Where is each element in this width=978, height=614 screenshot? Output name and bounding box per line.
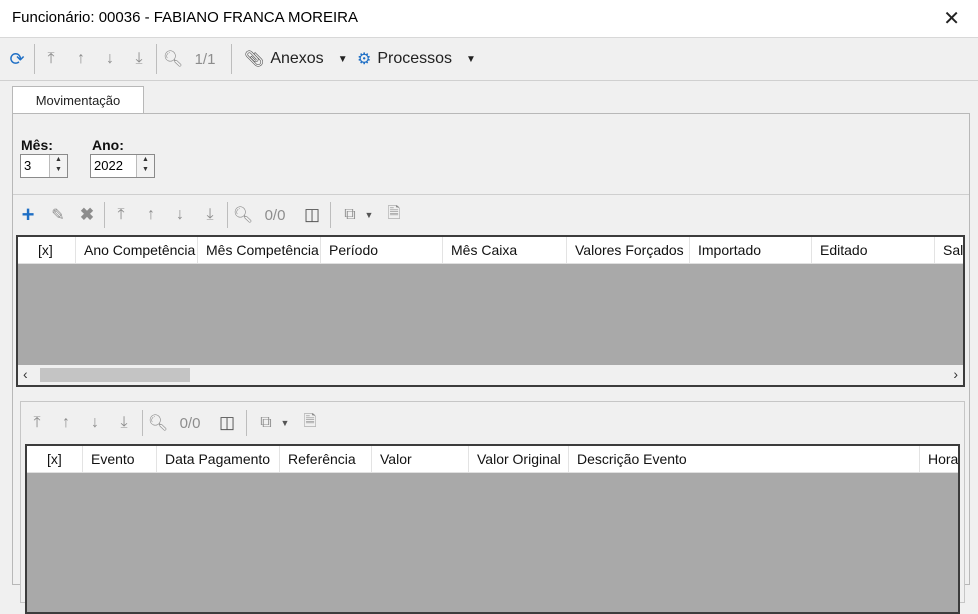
- delete-icon[interactable]: ✖: [76, 200, 98, 230]
- scroll-right-icon[interactable]: ›: [953, 366, 958, 382]
- processos-menu-button[interactable]: ⚙ Processos ▼: [357, 48, 476, 70]
- ano-value: 2022: [94, 158, 123, 173]
- anexos-label: Anexos: [270, 50, 324, 67]
- first-record-icon[interactable]: ⤒: [110, 200, 132, 230]
- title-bar: Funcionário: 00036 - FABIANO FRANCA MORE…: [0, 0, 978, 38]
- columns-icon[interactable]: ◫: [216, 408, 238, 438]
- toolbar-separator: [231, 44, 232, 74]
- grid1-toolbar: + ✎ ✖ ⤒ ↑ ↓ ⤓ 🔍︎ 0/0 ◫ ⧉ ▼ 🗎: [13, 200, 613, 230]
- last-record-icon[interactable]: ⤓: [128, 38, 150, 80]
- column-header-editado[interactable]: Editado: [812, 237, 935, 263]
- toolbar-separator: [156, 44, 157, 74]
- toolbar-separator: [104, 202, 105, 228]
- eventos-group: ⤒ ↑ ↓ ⤓ 🔍︎ 0/0 ◫ ⧉ ▼ 🗎 [x] Evento Data P…: [20, 401, 965, 614]
- paperclip-icon: 📎︎: [244, 51, 265, 68]
- refresh-icon[interactable]: ⟳: [5, 38, 29, 80]
- last-record-icon[interactable]: ⤓: [113, 408, 135, 438]
- spin-down-icon[interactable]: ▼: [50, 165, 67, 175]
- column-header-select[interactable]: [x]: [18, 237, 76, 263]
- eventos-grid: [x] Evento Data Pagamento Referência Val…: [25, 444, 960, 614]
- grid1-header: [x] Ano Competência Mês Competência Perí…: [18, 237, 963, 264]
- gear-icon: ⚙: [357, 51, 372, 68]
- grid1-body[interactable]: [18, 264, 963, 365]
- grid2-body[interactable]: [27, 473, 958, 612]
- ano-spinner-arrows[interactable]: ▲ ▼: [136, 155, 154, 177]
- mes-label: Mês:: [21, 137, 53, 153]
- column-header-evento[interactable]: Evento: [83, 446, 157, 472]
- mes-spinner[interactable]: 3 ▲ ▼: [20, 154, 68, 178]
- columns-icon[interactable]: ◫: [301, 200, 323, 230]
- spin-up-icon[interactable]: ▲: [137, 155, 154, 165]
- edit-icon[interactable]: ✎: [47, 200, 69, 230]
- column-header-mes-competencia[interactable]: Mês Competência: [198, 237, 321, 263]
- movimentacao-panel: Mês: Ano: 3 ▲ ▼ 2022 ▲ ▼ + ✎ ✖ ⤒ ↑ ↓ ⤓ 🔍…: [12, 113, 970, 614]
- first-record-icon[interactable]: ⤒: [26, 408, 48, 438]
- search-icon[interactable]: 🔍︎: [162, 38, 184, 80]
- spin-down-icon[interactable]: ▼: [137, 165, 154, 175]
- main-toolbar: ⟳ ⤒ ↑ ↓ ⤓ 🔍︎ 1/1 📎︎ Anexos ▼ ⚙ Processos…: [0, 38, 978, 81]
- column-header-descricao-evento[interactable]: Descrição Evento: [569, 446, 920, 472]
- toolbar-separator: [34, 44, 35, 74]
- column-header-importado[interactable]: Importado: [690, 237, 812, 263]
- next-record-icon[interactable]: ↓: [84, 408, 106, 438]
- column-header-valores-forcados[interactable]: Valores Forçados: [567, 237, 690, 263]
- column-header-ano-competencia[interactable]: Ano Competência: [76, 237, 198, 263]
- previous-record-icon[interactable]: ↑: [55, 408, 77, 438]
- record-counter: 1/1: [194, 50, 216, 68]
- scrollbar-thumb[interactable]: [40, 368, 190, 382]
- spin-up-icon[interactable]: ▲: [50, 155, 67, 165]
- grid2-counter: 0/0: [179, 414, 201, 432]
- mes-spinner-arrows[interactable]: ▲ ▼: [49, 155, 67, 177]
- ano-spinner[interactable]: 2022 ▲ ▼: [90, 154, 155, 178]
- processos-label: Processos: [377, 50, 453, 67]
- column-header-sala[interactable]: Sala: [935, 237, 963, 263]
- column-header-periodo[interactable]: Período: [321, 237, 443, 263]
- previous-record-icon[interactable]: ↑: [140, 200, 162, 230]
- previous-record-icon[interactable]: ↑: [70, 38, 92, 80]
- grid2-header: [x] Evento Data Pagamento Referência Val…: [27, 446, 958, 473]
- next-record-icon[interactable]: ↓: [169, 200, 191, 230]
- chevron-down-icon: ▼: [337, 53, 348, 65]
- close-icon[interactable]: ✕: [943, 6, 960, 31]
- grid1-horizontal-scrollbar[interactable]: ‹ ›: [18, 365, 963, 385]
- column-header-hora[interactable]: Hora: [920, 446, 958, 472]
- toolbar-separator: [330, 202, 331, 228]
- export-icon[interactable]: ⧉: [255, 408, 277, 438]
- toolbar-separator: [246, 410, 247, 436]
- anexos-menu-button[interactable]: 📎︎ Anexos ▼: [244, 48, 348, 70]
- last-record-icon[interactable]: ⤓: [199, 200, 221, 230]
- ano-label: Ano:: [92, 137, 124, 153]
- export-icon[interactable]: ⧉: [339, 200, 361, 230]
- first-record-icon[interactable]: ⤒: [40, 38, 62, 80]
- movimentacao-grid: [x] Ano Competência Mês Competência Perí…: [16, 235, 965, 387]
- toolbar-separator: [227, 202, 228, 228]
- column-header-valor[interactable]: Valor: [372, 446, 469, 472]
- column-header-referencia[interactable]: Referência: [280, 446, 372, 472]
- report-icon[interactable]: 🗎: [383, 200, 405, 230]
- chevron-down-icon: ▼: [466, 53, 476, 65]
- next-record-icon[interactable]: ↓: [99, 38, 121, 80]
- chevron-down-icon[interactable]: ▼: [279, 408, 291, 438]
- scroll-left-icon[interactable]: ‹: [23, 366, 28, 382]
- grid1-counter: 0/0: [264, 206, 286, 224]
- column-header-data-pagamento[interactable]: Data Pagamento: [157, 446, 280, 472]
- column-header-valor-original[interactable]: Valor Original: [469, 446, 569, 472]
- toolbar-separator: [142, 410, 143, 436]
- add-icon[interactable]: +: [17, 200, 39, 230]
- divider: [13, 194, 969, 195]
- grid2-toolbar: ⤒ ↑ ↓ ⤓ 🔍︎ 0/0 ◫ ⧉ ▼ 🗎: [21, 408, 421, 438]
- window-title: Funcionário: 00036 - FABIANO FRANCA MORE…: [12, 9, 358, 26]
- search-icon[interactable]: 🔍︎: [147, 408, 169, 438]
- search-icon[interactable]: 🔍︎: [232, 200, 254, 230]
- chevron-down-icon[interactable]: ▼: [363, 200, 375, 230]
- column-header-mes-caixa[interactable]: Mês Caixa: [443, 237, 567, 263]
- report-icon[interactable]: 🗎: [299, 408, 321, 438]
- tab-movimentacao[interactable]: Movimentação: [12, 86, 144, 114]
- mes-value: 3: [24, 158, 32, 173]
- column-header-select[interactable]: [x]: [27, 446, 83, 472]
